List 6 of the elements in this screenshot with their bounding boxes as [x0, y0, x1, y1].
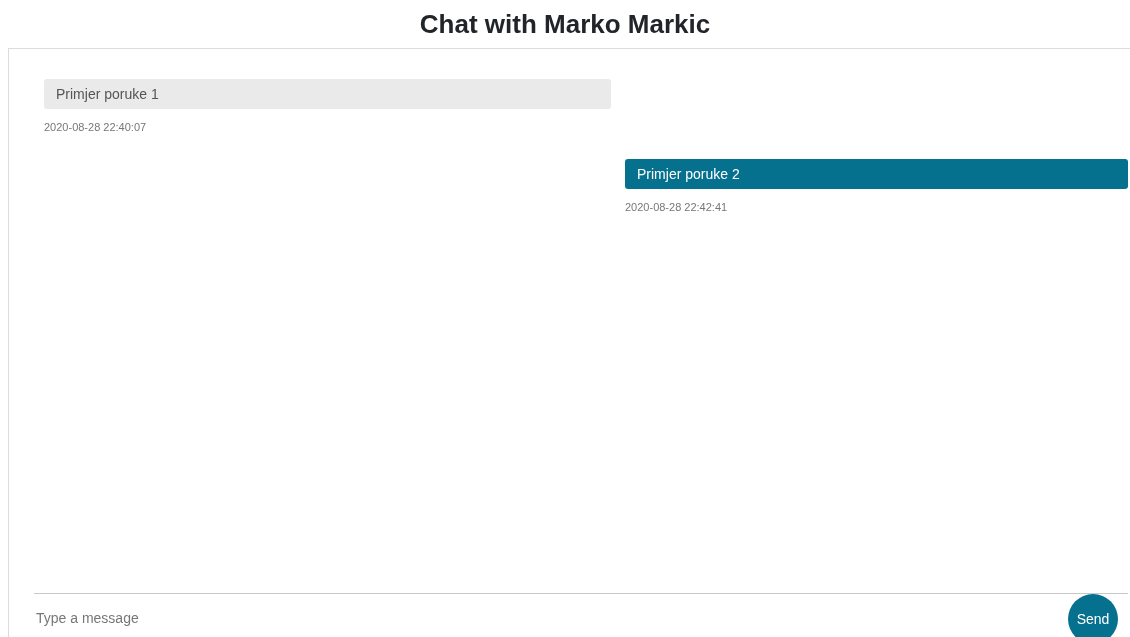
message-bubble: Primjer poruke 2 [625, 159, 1128, 189]
chat-title: Chat with Marko Markic [418, 7, 712, 41]
message-bubble: Primjer poruke 1 [44, 79, 611, 109]
message-time: 2020-08-28 22:42:41 [625, 201, 729, 213]
send-button[interactable]: Send [1068, 594, 1118, 637]
message-time: 2020-08-28 22:40:07 [44, 121, 148, 133]
